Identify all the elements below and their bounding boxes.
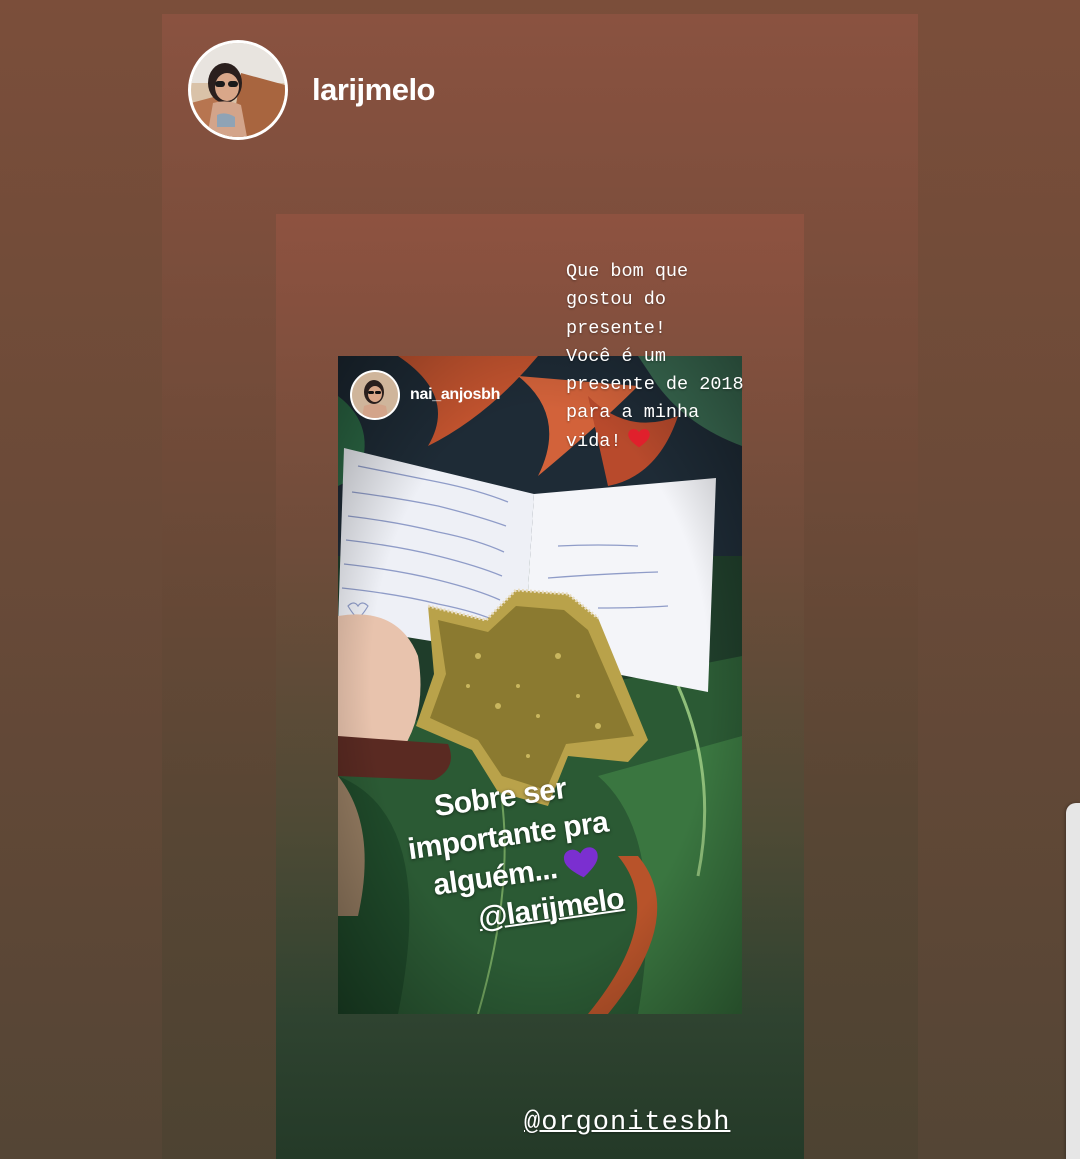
scrollbar[interactable] (1066, 803, 1080, 1159)
shared-story-username[interactable]: nai_anjosbh (410, 386, 500, 404)
story-header: larijmelo (188, 40, 436, 140)
story-message: Que bom que gostou do presente! Você é u… (566, 258, 796, 456)
story-message-text: Que bom que gostou do presente! Você é u… (566, 261, 744, 452)
profile-photo-icon[interactable] (350, 370, 400, 420)
shared-story-header: nai_anjosbh (350, 370, 500, 420)
mention-orgonitesbh[interactable]: @orgonitesbh (524, 1108, 730, 1138)
purple-heart-icon (563, 847, 598, 878)
profile-photo-icon[interactable] (188, 40, 288, 140)
red-heart-icon (627, 428, 650, 448)
story-username[interactable]: larijmelo (312, 72, 436, 108)
